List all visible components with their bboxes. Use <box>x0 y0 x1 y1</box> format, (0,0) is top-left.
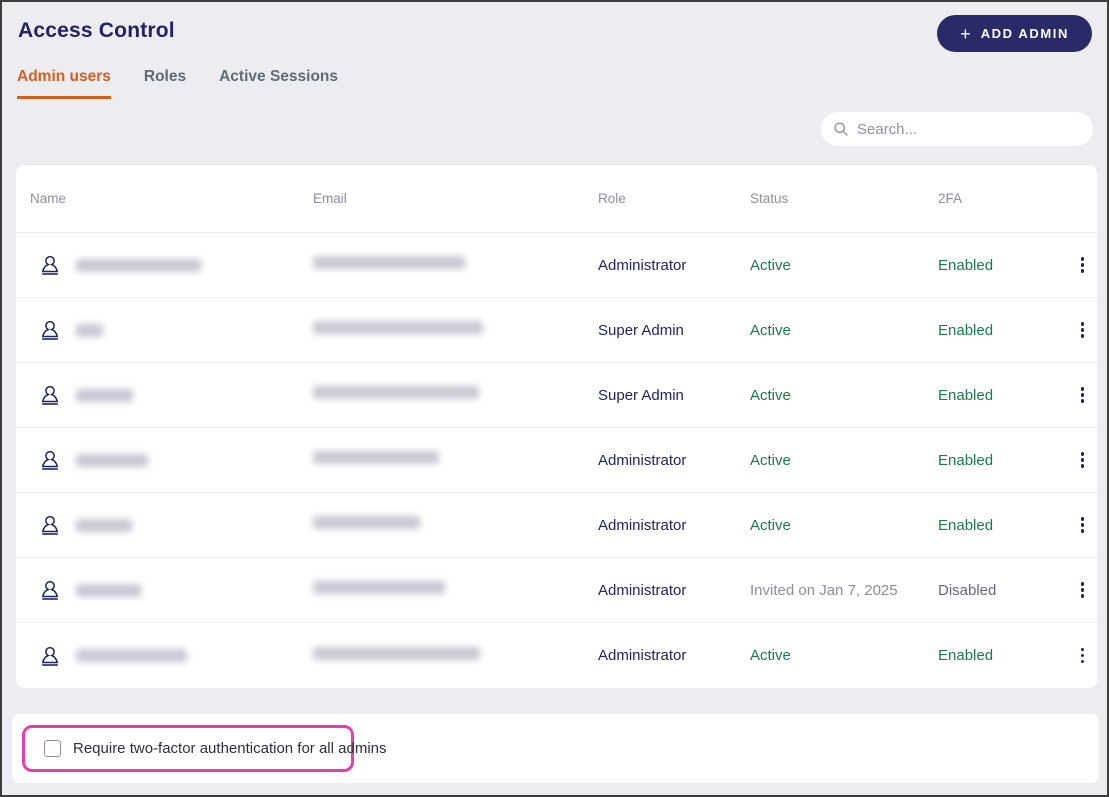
status-cell: Active <box>750 647 791 664</box>
name-cell <box>30 644 313 668</box>
redacted-name <box>76 388 133 402</box>
search-box <box>821 112 1093 146</box>
redacted-email <box>313 386 479 399</box>
table-row: Administrator Active Enabled <box>16 233 1097 298</box>
redacted-email <box>313 321 483 334</box>
name-cell <box>30 253 313 277</box>
redacted-email <box>313 256 465 269</box>
redacted-name <box>76 518 132 532</box>
redacted-name <box>76 323 103 337</box>
status-cell: Active <box>750 386 791 404</box>
search-icon <box>834 122 848 136</box>
twofa-cell: Disabled <box>938 581 997 599</box>
email-cell <box>313 516 598 534</box>
table-row: Super Admin Active Enabled <box>16 363 1097 428</box>
table-row: Administrator Active Enabled <box>16 623 1097 688</box>
user-icon <box>41 515 59 535</box>
name-cell <box>30 318 313 342</box>
column-header-email: Email <box>313 191 347 206</box>
redacted-email <box>313 581 445 594</box>
role-cell: Administrator <box>598 451 687 469</box>
page-title: Access Control <box>18 19 175 42</box>
row-menu-button[interactable] <box>1068 578 1097 602</box>
user-icon <box>41 385 59 405</box>
status-cell: Active <box>750 516 791 534</box>
twofa-cell: Enabled <box>938 647 994 664</box>
user-icon <box>41 646 59 666</box>
user-icon <box>41 450 59 470</box>
tab-bar: Admin users Roles Active Sessions <box>17 68 338 99</box>
redacted-name <box>76 583 141 597</box>
add-admin-button-label: ADD ADMIN <box>980 26 1069 41</box>
row-menu-button[interactable] <box>1068 318 1097 342</box>
redacted-name <box>76 453 148 467</box>
name-cell <box>30 383 313 407</box>
add-admin-button[interactable]: + ADD ADMIN <box>937 15 1092 52</box>
twofa-cell: Enabled <box>938 321 994 339</box>
column-header-role: Role <box>598 191 626 206</box>
role-cell: Super Admin <box>598 321 684 339</box>
role-cell: Super Admin <box>598 386 684 404</box>
redacted-name <box>76 649 187 662</box>
redacted-name <box>76 258 201 272</box>
table-row: Super Admin Active Enabled <box>16 298 1097 363</box>
email-cell <box>313 321 598 339</box>
tab-active-sessions[interactable]: Active Sessions <box>219 68 338 99</box>
name-cell <box>30 448 313 472</box>
name-cell <box>30 513 313 537</box>
table-row: Administrator Invited on Jan 7, 2025 Dis… <box>16 558 1097 623</box>
role-cell: Administrator <box>598 647 687 664</box>
tab-roles[interactable]: Roles <box>144 68 186 99</box>
require-2fa-checkbox[interactable] <box>44 740 61 757</box>
table-row: Administrator Active Enabled <box>16 428 1097 493</box>
status-cell: Invited on Jan 7, 2025 <box>750 581 898 599</box>
email-cell <box>313 646 598 665</box>
access-control-page: Access Control + ADD ADMIN Admin users R… <box>0 0 1109 797</box>
name-cell <box>30 578 313 602</box>
row-menu-button[interactable] <box>1068 448 1097 472</box>
plus-icon: + <box>960 23 971 44</box>
redacted-email <box>313 516 420 529</box>
row-menu-button[interactable] <box>1068 644 1097 668</box>
email-cell <box>313 581 598 599</box>
twofa-cell: Enabled <box>938 256 994 274</box>
table-header-row: Name Email Role Status 2FA <box>16 165 1097 233</box>
admin-users-table: Name Email Role Status 2FA Administrator… <box>16 165 1097 688</box>
role-cell: Administrator <box>598 256 687 274</box>
status-cell: Active <box>750 451 791 469</box>
user-icon <box>41 320 59 340</box>
row-menu-button[interactable] <box>1068 513 1097 537</box>
redacted-email <box>313 451 439 464</box>
row-menu-button[interactable] <box>1068 383 1097 407</box>
email-cell <box>313 256 598 274</box>
require-2fa-label: Require two-factor authentication for al… <box>73 740 387 757</box>
column-header-name: Name <box>30 191 67 206</box>
status-cell: Active <box>750 321 791 339</box>
annotation-highlight-box: Require two-factor authentication for al… <box>22 725 387 772</box>
table-body: Administrator Active Enabled Super Admin… <box>16 233 1097 688</box>
status-cell: Active <box>750 256 791 274</box>
role-cell: Administrator <box>598 516 687 534</box>
table-row: Administrator Active Enabled <box>16 493 1097 558</box>
column-header-status: Status <box>750 191 789 206</box>
email-cell <box>313 386 598 404</box>
twofa-cell: Enabled <box>938 451 994 469</box>
twofa-cell: Enabled <box>938 516 994 534</box>
tab-admin-users[interactable]: Admin users <box>17 68 111 99</box>
search-input[interactable] <box>857 120 1081 138</box>
role-cell: Administrator <box>598 581 687 599</box>
footer-bar: Require two-factor authentication for al… <box>12 714 1099 783</box>
user-icon <box>41 580 59 600</box>
redacted-email <box>313 646 480 660</box>
user-icon <box>41 255 59 275</box>
column-header-2fa: 2FA <box>938 191 963 206</box>
twofa-cell: Enabled <box>938 386 994 404</box>
email-cell <box>313 451 598 469</box>
row-menu-button[interactable] <box>1068 253 1097 277</box>
